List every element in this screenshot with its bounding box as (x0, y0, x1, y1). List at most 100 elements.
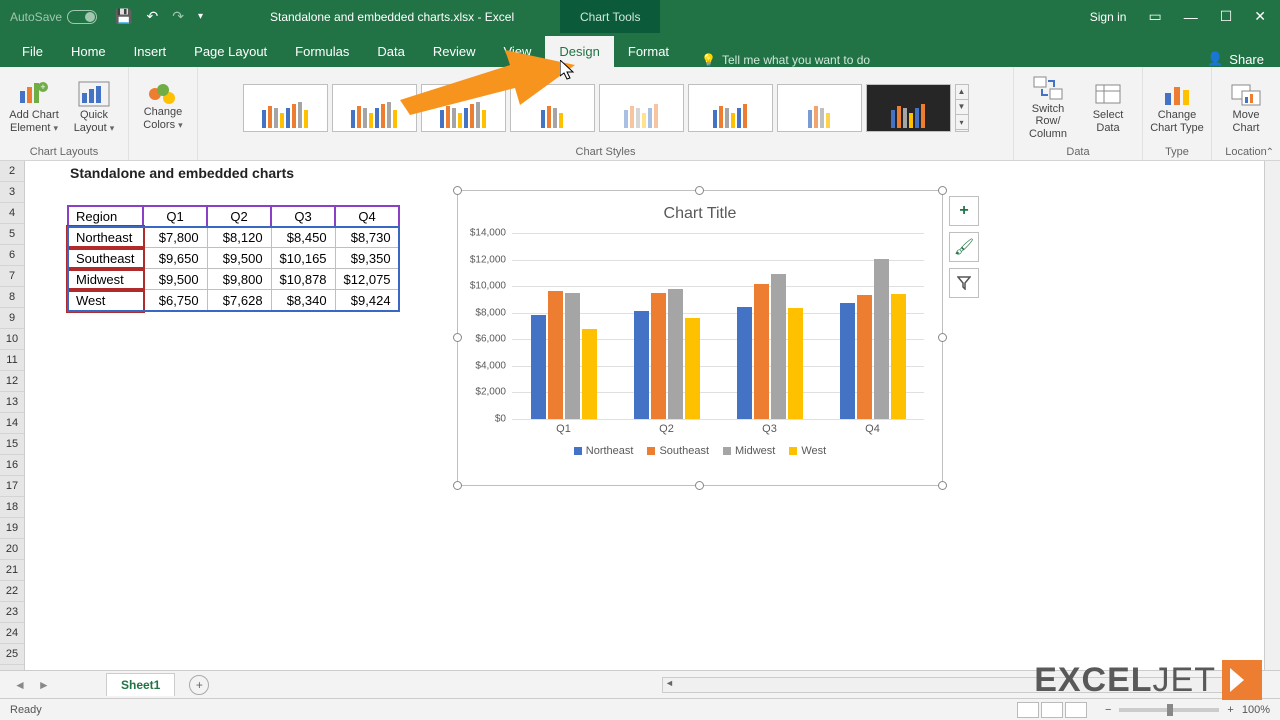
select-data-button[interactable]: Select Data (1080, 81, 1136, 133)
row-header[interactable]: 13 (0, 392, 24, 413)
header-q2[interactable]: Q2 (207, 206, 271, 227)
worksheet-area[interactable]: 2345678910111213141516171819202122232425… (0, 161, 1280, 670)
row-header[interactable]: 2 (0, 161, 24, 182)
tell-me-search[interactable]: 💡 Tell me what you want to do (701, 53, 870, 67)
change-chart-type-button[interactable]: Change Chart Type (1149, 81, 1205, 133)
row-header[interactable]: 14 (0, 413, 24, 434)
chart-style-3[interactable] (421, 84, 506, 132)
chart-bar[interactable] (874, 259, 889, 419)
header-q1[interactable]: Q1 (143, 206, 207, 227)
chart-style-4[interactable] (510, 84, 595, 132)
chart-bar[interactable] (531, 315, 546, 419)
tab-data[interactable]: Data (363, 36, 418, 67)
undo-icon[interactable]: ↶ (146, 8, 158, 25)
data-table[interactable]: Region Q1 Q2 Q3 Q4 Northeast$7,800$8,120… (67, 205, 400, 311)
embedded-chart[interactable]: Chart Title $0$2,000$4,000$6,000$8,000$1… (457, 190, 943, 486)
header-region[interactable]: Region (68, 206, 144, 227)
selection-handle[interactable] (453, 481, 462, 490)
sheet-nav[interactable]: ◄► (0, 678, 100, 692)
selection-handle[interactable] (695, 481, 704, 490)
share-button[interactable]: 👤 Share (1207, 51, 1264, 67)
maximize-icon[interactable]: ☐ (1220, 8, 1233, 25)
tab-formulas[interactable]: Formulas (281, 36, 363, 67)
sheet-tab-sheet1[interactable]: Sheet1 (106, 673, 175, 696)
chart-bar[interactable] (771, 274, 786, 419)
redo-icon[interactable]: ↷ (172, 8, 184, 25)
row-header[interactable]: 5 (0, 224, 24, 245)
row-header[interactable]: 4 (0, 203, 24, 224)
chart-title[interactable]: Chart Title (458, 205, 942, 223)
close-icon[interactable]: ✕ (1254, 8, 1266, 25)
chart-bar[interactable] (891, 294, 906, 419)
chart-style-8[interactable] (866, 84, 951, 132)
chart-bar[interactable] (685, 318, 700, 419)
selection-handle[interactable] (453, 333, 462, 342)
row-header[interactable]: 22 (0, 581, 24, 602)
table-row[interactable]: Midwest$9,500$9,800$10,878$12,075 (68, 269, 400, 290)
row-header[interactable]: 18 (0, 497, 24, 518)
row-header[interactable]: 15 (0, 434, 24, 455)
row-header[interactable]: 8 (0, 287, 24, 308)
chart-styles-button[interactable]: 🖌 (949, 232, 979, 262)
vertical-scrollbar[interactable] (1264, 161, 1280, 670)
row-header[interactable]: 24 (0, 623, 24, 644)
chart-style-1[interactable] (243, 84, 328, 132)
row-header[interactable]: 23 (0, 602, 24, 623)
legend-item[interactable]: Southeast (647, 445, 709, 457)
row-header[interactable]: 25 (0, 644, 24, 665)
chart-style-2[interactable] (332, 84, 417, 132)
tab-review[interactable]: Review (419, 36, 490, 67)
row-header[interactable]: 21 (0, 560, 24, 581)
table-row[interactable]: West$6,750$7,628$8,340$9,424 (68, 290, 400, 311)
selection-handle[interactable] (938, 333, 947, 342)
sign-in-link[interactable]: Sign in (1090, 10, 1127, 24)
chart-filters-button[interactable] (949, 268, 979, 298)
header-q4[interactable]: Q4 (335, 206, 399, 227)
move-chart-button[interactable]: Move Chart (1218, 81, 1274, 133)
legend-item[interactable]: Midwest (723, 445, 775, 457)
zoom-out-icon[interactable]: − (1105, 704, 1111, 716)
view-buttons[interactable] (1017, 702, 1087, 718)
tab-view[interactable]: View (489, 36, 545, 67)
row-header[interactable]: 20 (0, 539, 24, 560)
table-row[interactable]: Southeast$9,650$9,500$10,165$9,350 (68, 248, 400, 269)
row-header[interactable]: 9 (0, 308, 24, 329)
chart-plot-area[interactable]: $0$2,000$4,000$6,000$8,000$10,000$12,000… (512, 233, 924, 419)
header-q3[interactable]: Q3 (271, 206, 335, 227)
tab-page-layout[interactable]: Page Layout (180, 36, 281, 67)
row-header[interactable]: 12 (0, 371, 24, 392)
zoom-level[interactable]: 100% (1242, 704, 1270, 716)
customize-qat-icon[interactable]: ▾ (198, 11, 203, 22)
chart-bar[interactable] (548, 291, 563, 419)
minimize-icon[interactable]: — (1184, 9, 1198, 25)
selection-handle[interactable] (938, 186, 947, 195)
legend-item[interactable]: Northeast (574, 445, 634, 457)
chart-bar[interactable] (857, 295, 872, 419)
chart-bar[interactable] (668, 289, 683, 419)
legend-item[interactable]: West (789, 445, 826, 457)
tab-insert[interactable]: Insert (120, 36, 181, 67)
quick-layout-button[interactable]: Quick Layout ▾ (66, 81, 122, 133)
collapse-ribbon-icon[interactable]: ⌃ (1266, 147, 1274, 158)
chart-bar[interactable] (582, 329, 597, 419)
row-headers[interactable]: 2345678910111213141516171819202122232425 (0, 161, 25, 670)
chart-elements-button[interactable]: + (949, 196, 979, 226)
page-layout-view-icon[interactable] (1041, 702, 1063, 718)
row-header[interactable]: 6 (0, 245, 24, 266)
table-row[interactable]: Northeast$7,800$8,120$8,450$8,730 (68, 227, 400, 248)
selection-handle[interactable] (453, 186, 462, 195)
chart-style-5[interactable] (599, 84, 684, 132)
row-header[interactable]: 10 (0, 329, 24, 350)
chart-bar[interactable] (754, 284, 769, 419)
zoom-in-icon[interactable]: + (1227, 704, 1233, 716)
chart-bar[interactable] (651, 293, 666, 419)
selection-handle[interactable] (695, 186, 704, 195)
new-sheet-button[interactable]: + (189, 675, 209, 695)
row-header[interactable]: 19 (0, 518, 24, 539)
row-header[interactable]: 17 (0, 476, 24, 497)
chart-bar[interactable] (634, 311, 649, 419)
chart-style-more[interactable]: ▲▼▾ (955, 84, 969, 132)
add-chart-element-button[interactable]: + Add Chart Element ▾ (6, 81, 62, 133)
page-break-view-icon[interactable] (1065, 702, 1087, 718)
chart-bar[interactable] (737, 307, 752, 419)
